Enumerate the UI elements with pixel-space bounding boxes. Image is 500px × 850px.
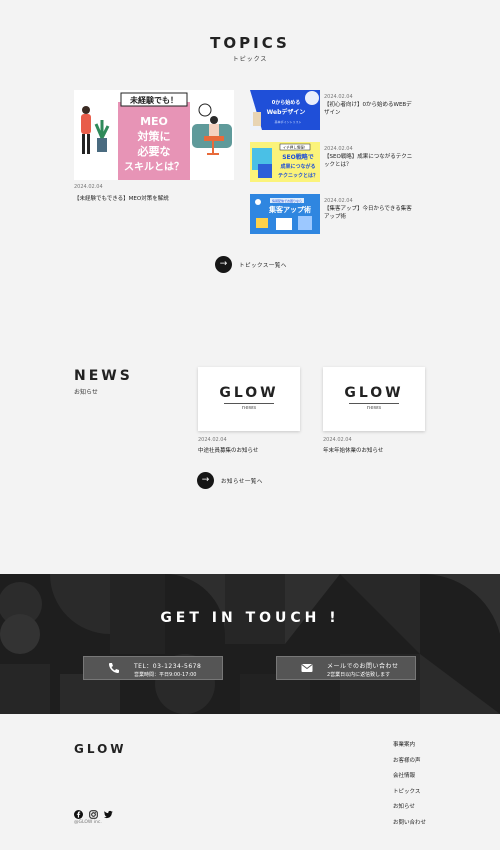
footer-nav-news[interactable]: お知らせ (393, 802, 426, 818)
banner-line-4: スキルとは？ (124, 161, 184, 173)
news-card-logo: GLOW (344, 385, 404, 401)
topic-item[interactable]: 0から始める Webデザイン 基本ポイントリスト 2024.02.04 【初心者… (250, 90, 430, 134)
business-hours: 営業時間：平日9:00-17:00 (134, 672, 197, 678)
phone-contact-button[interactable]: TEL：03-1234-5678 営業時間：平日9:00-17:00 (83, 656, 223, 680)
arrow-right-icon: → (215, 256, 232, 273)
topic-item-title[interactable]: 【SEO戦略】成果につながるテクニックとは？ (324, 153, 416, 169)
topic-feature-title[interactable]: 【未経験でもできる】MEO対策を解説 (74, 194, 169, 202)
banner-line-1: MEO (140, 115, 168, 128)
contact-heading: GET IN TOUCH ! (160, 610, 340, 626)
mail-reply-note: 2営業日以内に返信致します (327, 672, 391, 678)
footer-nav: 事業案内 お客様の声 会社情報 トピックス お知らせ お問い合わせ (393, 740, 426, 833)
banner-top-text: 未経験でも！ (129, 95, 178, 105)
news-card-word: news (366, 405, 382, 411)
footer-nav-business[interactable]: 事業案内 (393, 740, 426, 756)
topic-item-date: 2024.02.04 (324, 198, 353, 204)
topic-item-title[interactable]: 【集客アップ】今日からできる集客アップ術 (324, 205, 416, 221)
mail-icon (301, 662, 313, 676)
topic-feature-thumbnail[interactable]: 未経験でも！ MEO 対策に 必要な スキルとは？ (74, 90, 234, 180)
contact-background-pattern (0, 574, 500, 714)
news-card-divider (224, 403, 274, 404)
news-list-link-label: お知らせ一覧へ (221, 478, 263, 485)
news-heading: NEWS (74, 368, 133, 384)
topic-item[interactable]: イチ押し情報！ SEO戦略で 成果につながる テクニックとは？ 2024.02.… (250, 142, 430, 186)
topic-item-thumbnail[interactable]: 0から始める Webデザイン 基本ポイントリスト (250, 90, 320, 130)
phone-icon (108, 662, 120, 676)
facebook-icon[interactable] (74, 804, 83, 819)
mail-contact-label: メールでのお問い合わせ (327, 663, 399, 670)
thumb-2-line-1: SEO戦略で (282, 153, 314, 161)
news-card-divider (349, 403, 399, 404)
news-card-word: news (241, 405, 257, 411)
news-list-link[interactable]: → お知らせ一覧へ (197, 472, 263, 489)
topic-item-thumbnail[interactable]: イチ押し情報！ SEO戦略で 成果につながる テクニックとは？ (250, 142, 320, 182)
footer-nav-topics[interactable]: トピックス (393, 787, 426, 803)
thumb-1-line-1: 0から始める (272, 99, 300, 106)
twitter-icon[interactable] (104, 804, 113, 819)
thumb-2-line-3: テクニックとは？ (278, 172, 318, 179)
topic-item[interactable]: 情報配信でお困りなら 集客アップ術 2024.02.04 【集客アップ】今日から… (250, 194, 430, 238)
footer-nav-contact[interactable]: お問い合わせ (393, 818, 426, 834)
news-card-thumbnail[interactable]: GLOW news (198, 367, 300, 431)
news-subheading: お知らせ (74, 389, 98, 396)
news-card-thumbnail[interactable]: GLOW news (323, 367, 425, 431)
instagram-icon[interactable] (89, 804, 98, 819)
phone-number: TEL：03-1234-5678 (134, 663, 202, 670)
footer-nav-company[interactable]: 会社情報 (393, 771, 426, 787)
thumb-2-line-2: 成果につながる (280, 163, 315, 170)
news-card-title[interactable]: 年末年始休業のお知らせ (323, 446, 383, 454)
banner-line-3: 必要な (137, 144, 171, 158)
contact-section: GET IN TOUCH ! TEL：03-1234-5678 営業時間：平日9… (0, 574, 500, 714)
thumb-1-line-3: 基本ポイントリスト (274, 119, 301, 124)
news-card-logo: GLOW (219, 385, 279, 401)
thumb-2-tag: イチ押し情報！ (283, 145, 308, 150)
copyright: @GLOW inc. (74, 820, 102, 825)
social-links (74, 804, 113, 819)
topic-item-date: 2024.02.04 (324, 94, 353, 100)
topic-item-thumbnail[interactable]: 情報配信でお困りなら 集客アップ術 (250, 194, 320, 234)
thumb-3-line-2: 情報配信でお困りなら (272, 198, 302, 203)
thumb-1-line-2: Webデザイン (267, 108, 306, 116)
topics-subheading: トピックス (232, 56, 268, 63)
topic-feature-date: 2024.02.04 (74, 184, 103, 190)
topics-list-link[interactable]: → トピックス一覧へ (215, 256, 287, 273)
arrow-right-icon: → (197, 472, 214, 489)
topic-item-title[interactable]: 【初心者向け】0から始めるWEBデザイン (324, 101, 416, 117)
topics-list-link-label: トピックス一覧へ (239, 262, 287, 269)
mail-contact-button[interactable]: メールでのお問い合わせ 2営業日以内に返信致します (276, 656, 416, 680)
thumb-3-line-1: 集客アップ術 (268, 205, 311, 214)
banner-line-2: 対策に (137, 129, 171, 143)
footer-nav-voice[interactable]: お客様の声 (393, 756, 426, 772)
topic-item-date: 2024.02.04 (324, 146, 353, 152)
news-card-date: 2024.02.04 (198, 437, 227, 443)
topics-heading: TOPICS (210, 34, 290, 52)
news-card-title[interactable]: 中途社員募集のお知らせ (198, 446, 258, 454)
news-card-date: 2024.02.04 (323, 437, 352, 443)
footer-logo[interactable]: GLOW (74, 742, 127, 756)
